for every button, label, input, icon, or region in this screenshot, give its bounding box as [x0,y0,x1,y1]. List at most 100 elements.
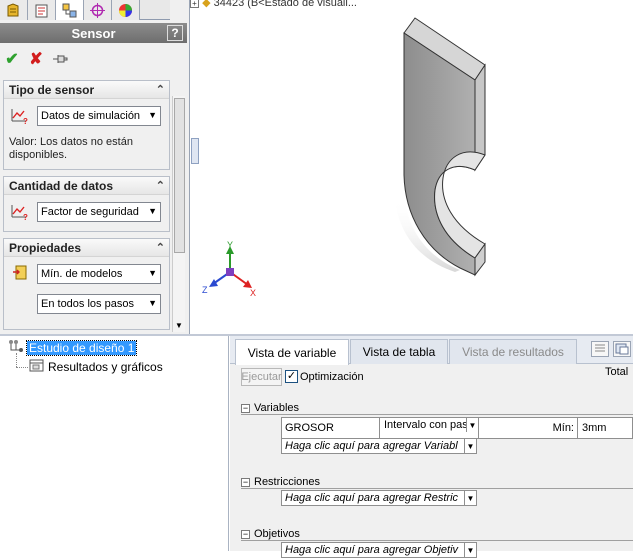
scroll-down-icon[interactable]: ▼ [175,321,183,330]
dimxpert-icon [90,2,105,18]
dropdown-value: Mín. de modelos [41,268,123,280]
section-title: Restricciones [254,476,321,488]
pushpin-icon[interactable] [51,50,69,68]
variable-type-cell[interactable]: Intervalo con paso ▼ [381,418,479,438]
quantity-graph-icon: ? [10,201,30,222]
ok-check-icon[interactable]: ✔ [3,50,21,68]
dropdown-arrow-icon: ▼ [148,206,157,216]
export-icon[interactable] [613,341,631,357]
sensor-type-header[interactable]: Tipo de sensor ⌃ [4,81,169,99]
variables-section-header[interactable]: − Variables [241,402,299,414]
min-label-cell: Mín: [480,418,578,438]
run-button[interactable]: Ejecutar [241,368,282,386]
dropdown-value: Factor de seguridad [41,206,139,218]
section-title: Variables [254,402,300,414]
pm-action-row: ✔ ✘ [3,49,69,69]
group-title: Cantidad de datos [9,178,114,193]
dropdown-arrow-icon: ▼ [148,268,157,278]
dropdown-value: En todos los pasos [41,298,134,310]
data-quantity-header[interactable]: Cantidad de datos ⌃ [4,177,169,195]
step-dropdown[interactable]: En todos los pasos ▼ [37,294,161,314]
graphics-area[interactable]: + ◆ 34423 (B<Estado de visuali... Y X Z [190,0,633,334]
data-quantity-group: Cantidad de datos ⌃ ? Factor de segurida… [3,176,170,232]
svg-text:?: ? [23,117,28,125]
configuration-manager-icon [62,3,77,17]
properties-header[interactable]: Propiedades ⌃ [4,239,169,257]
dropdown-arrow-icon[interactable]: ▼ [466,418,478,432]
data-quantity-dropdown[interactable]: Factor de seguridad ▼ [37,202,161,222]
optimization-checkbox[interactable]: ✓ [285,370,298,383]
help-button[interactable]: ? [167,25,183,41]
dropdown-value: Datos de simulación [41,110,141,122]
property-manager-icon [35,4,48,17]
display-manager-icon [119,3,132,17]
add-goal-hint[interactable]: Haga clic aquí para agregar Objetiv [282,543,464,557]
section-divider [241,414,633,415]
tab-variable-view[interactable]: Vista de variable [235,339,349,365]
study-root-label[interactable]: Estudio de diseño 1 [25,339,138,356]
section-divider [241,488,633,489]
axis-triad-icon: Y X Z [202,240,256,298]
configuration-manager-tab[interactable] [56,0,84,20]
total-label: Total [605,366,629,378]
results-label: Resultados y gráficos [48,359,163,374]
sensor-title-bar: Sensor ? [0,23,187,43]
feature-manager-icon [7,2,19,16]
property-manager-tab[interactable] [28,0,56,20]
part-3d-view[interactable]: Y X Z [190,0,633,334]
study-root-node[interactable]: Estudio de diseño 1 [8,339,138,356]
property-manager-panel: Sensor ? ✔ ✘ Tipo de sensor ⌃ ? Datos de… [0,0,190,334]
tab-results-view[interactable]: Vista de resultados [449,339,577,364]
sensor-type-dropdown[interactable]: Datos de simulación ▼ [37,106,161,126]
tab-table-view[interactable]: Vista de tabla [350,339,448,364]
study-tab-bar: Vista de variable Vista de tabla Vista d… [230,336,633,365]
collapse-minus-icon[interactable]: − [241,529,250,539]
variable-row[interactable]: GROSOR Intervalo con paso ▼ Mín: 3mm [281,417,633,439]
svg-text:Y: Y [227,240,233,250]
design-study-pane: Estudio de diseño 1 Resultados y gráfico… [0,334,633,558]
criterion-dropdown[interactable]: Mín. de modelos ▼ [37,264,161,284]
variable-type-value: Intervalo con paso [384,419,474,431]
add-goal-row[interactable]: Haga clic aquí para agregar Objetiv ▼ [281,542,477,558]
tree-line [16,367,28,368]
study-tree-panel: Estudio de diseño 1 Resultados y gráfico… [0,336,229,551]
section-title: Objetivos [254,528,300,540]
sensor-value-text: Valor: Los datos no están disponibles. [9,136,133,161]
group-title: Tipo de sensor [9,82,95,97]
add-variable-hint[interactable]: Haga clic aquí para agregar Variabl [282,439,464,453]
collapse-up-icon[interactable]: ⌃ [156,83,165,96]
feature-manager-tab[interactable] [0,0,28,20]
criterion-icon [12,263,32,283]
tree-line [16,353,17,367]
pm-scrollbar[interactable]: ▼ [172,96,185,332]
results-folder-icon [29,358,45,375]
display-manager-tab[interactable] [112,0,140,20]
panel-collapse-handle[interactable] [191,138,199,164]
dimxpert-tab[interactable] [84,0,112,20]
scroll-thumb[interactable] [174,98,185,253]
results-node[interactable]: Resultados y gráficos [29,358,163,375]
svg-text:Z: Z [202,285,208,295]
collapse-minus-icon[interactable]: − [241,403,250,413]
collapse-up-icon[interactable]: ⌃ [156,179,165,192]
constraints-section-header[interactable]: − Restricciones [241,476,320,488]
sensor-graph-icon: ? [10,105,30,126]
goals-section-header[interactable]: − Objetivos [241,528,300,540]
collapse-up-icon[interactable]: ⌃ [156,241,165,254]
add-variable-row[interactable]: Haga clic aquí para agregar Variabl ▼ [281,438,477,454]
optimization-label: Optimización [300,371,364,383]
properties-group: Propiedades ⌃ Mín. de modelos ▼ En todos… [3,238,170,330]
svg-text:X: X [250,288,256,298]
min-value-cell[interactable]: 3mm [579,418,633,438]
variable-name-cell[interactable]: GROSOR [282,418,380,438]
dropdown-arrow-icon[interactable]: ▼ [464,491,476,505]
add-constraint-hint[interactable]: Haga clic aquí para agregar Restric [282,491,464,505]
cancel-x-icon[interactable]: ✘ [27,50,45,68]
list-options-icon[interactable] [591,341,609,357]
dropdown-arrow-icon[interactable]: ▼ [464,543,476,557]
add-constraint-row[interactable]: Haga clic aquí para agregar Restric ▼ [281,490,477,506]
dropdown-arrow-icon: ▼ [148,110,157,120]
dropdown-arrow-icon: ▼ [148,298,157,308]
collapse-minus-icon[interactable]: − [241,477,250,487]
dropdown-arrow-icon[interactable]: ▼ [464,439,476,453]
